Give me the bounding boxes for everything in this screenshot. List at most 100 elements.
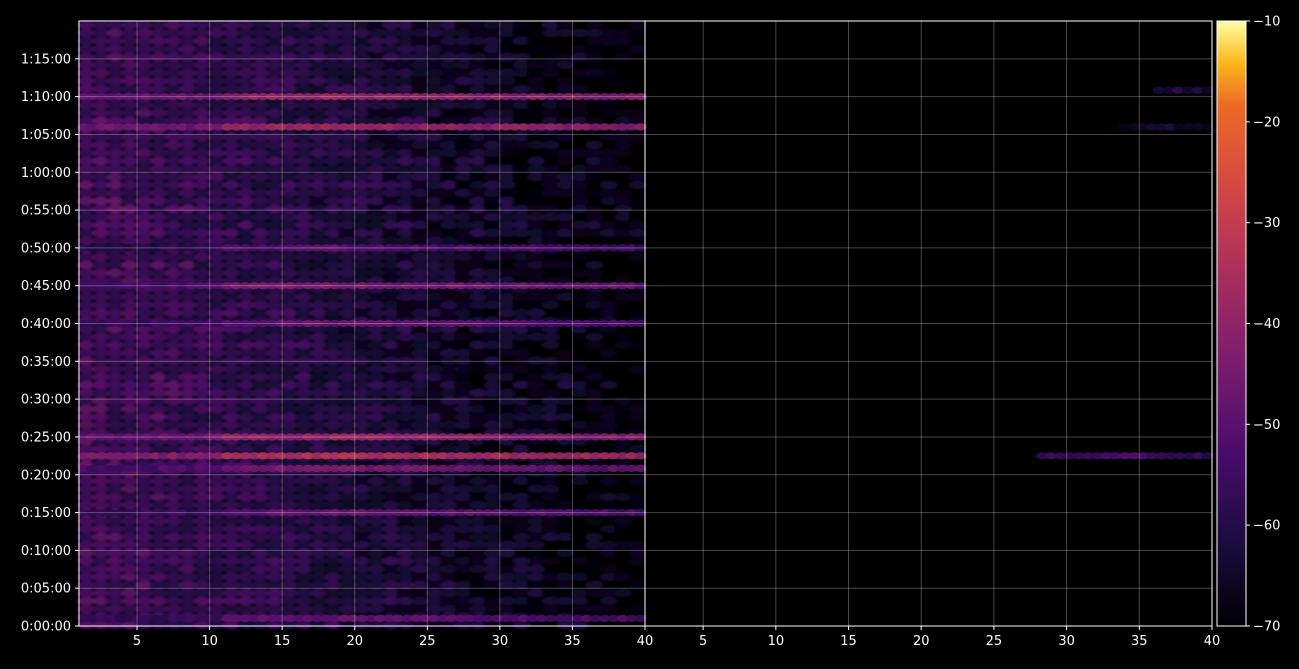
y-tick-label: 0:35:00	[21, 355, 71, 370]
heatmap-cell	[628, 492, 647, 502]
heatmap-cell	[556, 524, 575, 534]
heatmap-cell	[585, 484, 604, 494]
x-tick-label: 20	[346, 634, 363, 649]
colorbar-tick-label: −40	[1253, 317, 1280, 332]
heatmap-cell	[556, 372, 575, 382]
heatmap-cell	[599, 420, 618, 430]
heatmap-cell	[599, 180, 618, 190]
y-tick-label: 0:15:00	[21, 506, 71, 521]
x-tick-label: 10	[201, 634, 218, 649]
heatmap-cell	[585, 532, 604, 542]
heatmap-cell	[614, 140, 633, 150]
heatmap-cell	[628, 172, 647, 182]
heatmap-cell	[599, 604, 618, 614]
heatmap-cell	[556, 20, 575, 30]
colorbar-tick-label: −60	[1253, 519, 1280, 534]
heatmap-cell	[541, 484, 560, 494]
heatmap-cell	[585, 396, 604, 406]
heatmap-cell	[541, 68, 560, 78]
heatmap-cell	[570, 572, 589, 582]
heatmap-cell	[599, 68, 618, 78]
heatmap-cell	[585, 140, 604, 150]
heatmap-cell	[541, 588, 560, 598]
heatmap-cell	[556, 156, 575, 166]
x-tick-label: 5	[133, 634, 141, 649]
heatmap-cell	[628, 228, 647, 238]
heatmap-cell	[628, 308, 647, 318]
heatmap-cell	[585, 172, 604, 182]
y-tick-label: 0:45:00	[21, 279, 71, 294]
heatmap-cell	[599, 564, 618, 574]
heatmap-cell	[599, 308, 618, 318]
x-tick-label: 30	[492, 634, 509, 649]
heatmap-cell	[556, 260, 575, 270]
heatmap-cell	[570, 196, 589, 206]
heatmap-cell	[498, 180, 517, 190]
heatmap-cell	[585, 20, 604, 30]
y-tick-label: 1:10:00	[21, 90, 71, 105]
heatmap-cell	[628, 20, 647, 30]
colorbar-tick-label: −10	[1253, 15, 1280, 30]
heatmap-cell	[585, 332, 604, 342]
heatmap-cell	[483, 260, 502, 270]
heatmap-cell	[628, 364, 647, 374]
heatmap-cell	[585, 372, 604, 382]
x-tick-label: 40	[637, 634, 654, 649]
heatmap-cell	[628, 292, 647, 302]
heatmap-cell	[628, 404, 647, 414]
heatmap-cell	[512, 620, 531, 630]
heatmap-cell	[541, 556, 560, 566]
heatmap-cell	[570, 84, 589, 94]
heatmap-cell	[614, 36, 633, 46]
heatmap-cell	[614, 76, 633, 86]
heatmap-cell	[614, 516, 633, 526]
heatmap-cell	[585, 516, 604, 526]
y-tick-label: 0:05:00	[21, 582, 71, 597]
heatmap-cell	[541, 44, 560, 54]
heatmap-cell	[599, 476, 618, 486]
heatmap-cell	[527, 564, 546, 574]
colorbar-tick-label: −50	[1253, 418, 1280, 433]
y-tick-label: 0:40:00	[21, 317, 71, 332]
x-tick-label: 40	[1204, 634, 1221, 649]
heatmap-cell	[628, 500, 647, 510]
heatmap-cell	[585, 268, 604, 278]
heatmap-cell	[527, 156, 546, 166]
heatmap-cell	[628, 604, 647, 614]
heatmap-cell	[628, 556, 647, 566]
heatmap-cell	[498, 156, 517, 166]
x-tick-label: 35	[564, 634, 581, 649]
heatmap-cell	[541, 108, 560, 118]
heatmap-cell	[498, 44, 517, 54]
heatmap-cell	[570, 500, 589, 510]
heatmap-cell	[541, 340, 560, 350]
heatmap-cell	[628, 196, 647, 206]
heatmap-cell	[614, 52, 633, 62]
heatmap-cell	[541, 388, 560, 398]
heatmap-cell	[628, 108, 647, 118]
heatmap-cell	[585, 204, 604, 214]
heatmap-cell	[628, 572, 647, 582]
heatmap-cell	[556, 412, 575, 422]
heatmap-cell	[512, 52, 531, 62]
heatmap-cell	[585, 556, 604, 566]
heatmap-cell	[628, 444, 647, 454]
heatmap-cell	[556, 236, 575, 246]
heatmap-cell	[628, 252, 647, 262]
colorbar	[1216, 20, 1247, 627]
heatmap-cell	[527, 540, 546, 550]
heatmap-cell	[556, 516, 575, 526]
x-tick-label: 35	[1131, 634, 1148, 649]
heatmap-cell	[614, 204, 633, 214]
colorbar-tick-label: −30	[1253, 216, 1280, 231]
heatmap-cell	[628, 212, 647, 222]
heatmap-cell	[512, 348, 531, 358]
y-tick-label: 0:30:00	[21, 393, 71, 408]
y-tick-label: 0:00:00	[21, 620, 71, 635]
heatmap-cell	[628, 180, 647, 190]
heatmap-cell	[498, 388, 517, 398]
heatmap-cell	[570, 476, 589, 486]
heatmap-cell	[585, 388, 604, 398]
x-tick-label: 15	[840, 634, 857, 649]
heatmap-cell	[599, 348, 618, 358]
